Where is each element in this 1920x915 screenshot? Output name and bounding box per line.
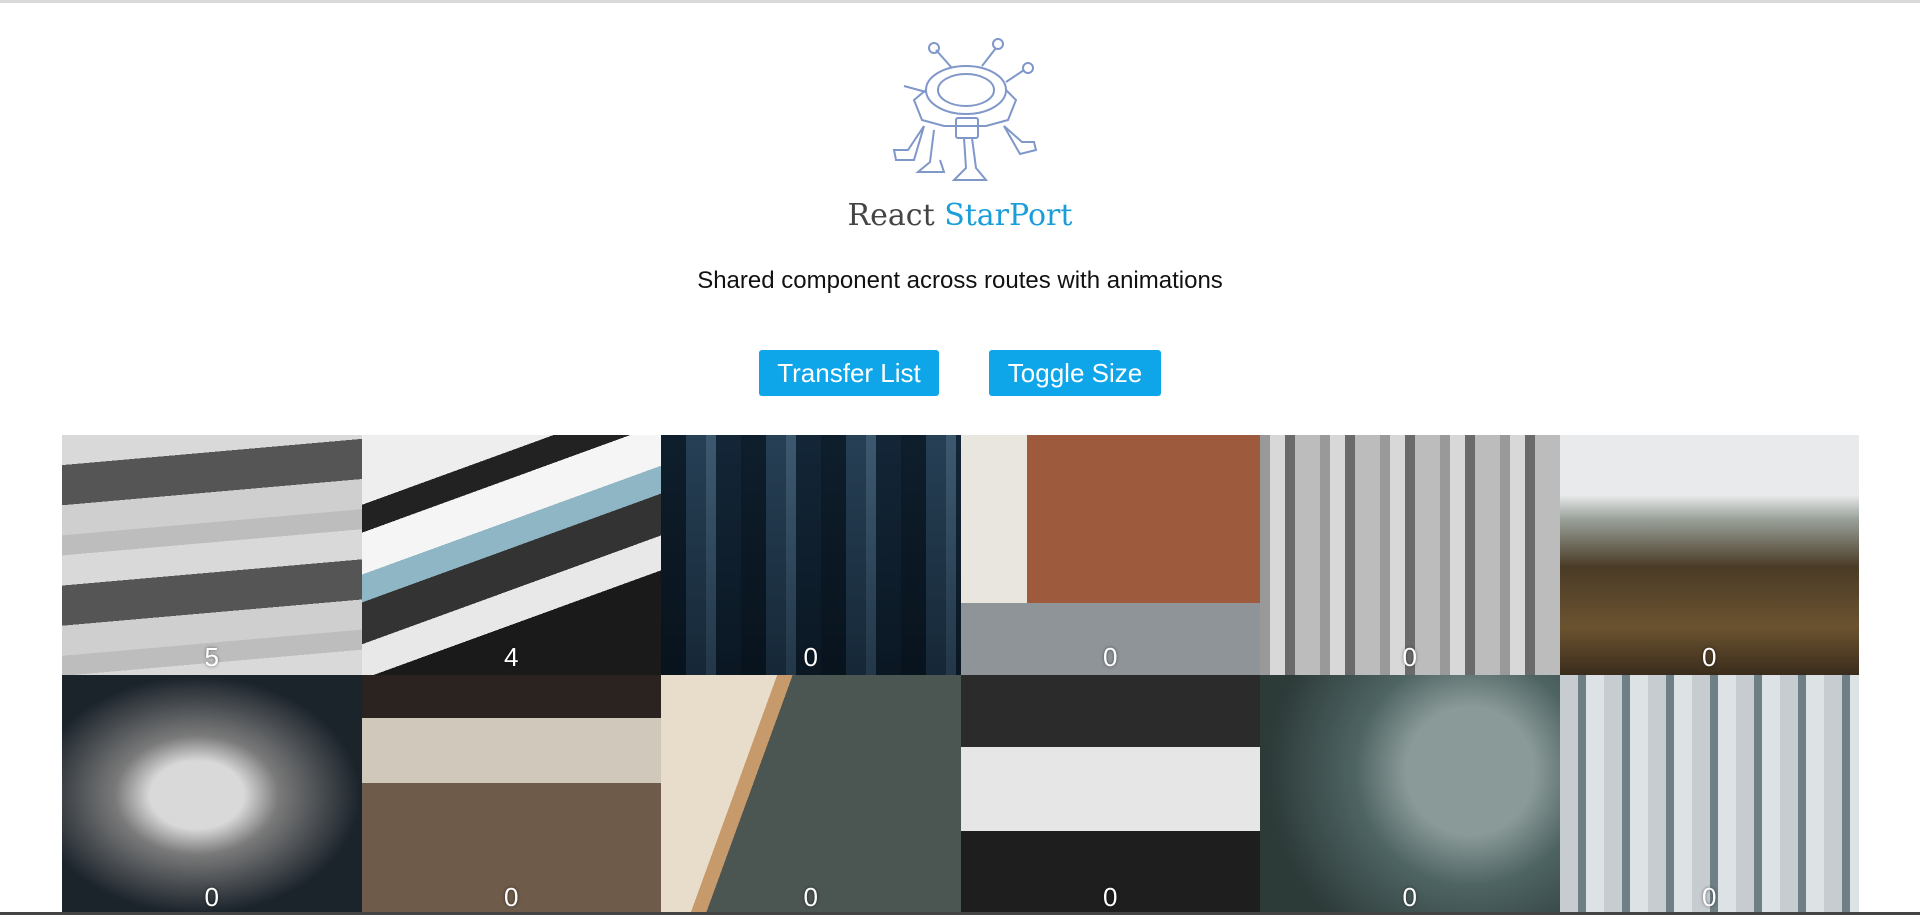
top-border — [0, 0, 1920, 3]
tile-count: 4 — [504, 642, 519, 672]
page-subtitle: Shared component across routes with anim… — [697, 267, 1223, 294]
tile-count: 0 — [504, 882, 519, 912]
image-tile[interactable]: 4 — [361, 435, 661, 675]
image-tile[interactable]: 5 — [62, 435, 362, 675]
transfer-list-button[interactable]: Transfer List — [759, 350, 939, 396]
image-tile[interactable]: 0 — [361, 675, 661, 915]
toggle-size-button[interactable]: Toggle Size — [989, 350, 1161, 396]
brand-title: React StarPort — [0, 198, 1920, 233]
image-tile[interactable]: 0 — [1260, 435, 1560, 675]
image-tile[interactable]: 0 — [661, 675, 961, 915]
image-tile[interactable]: 0 — [1559, 435, 1859, 675]
tile-count: 0 — [204, 882, 219, 912]
brand-primary: React — [847, 198, 935, 233]
image-tile[interactable]: 0 — [62, 675, 362, 915]
image-tile[interactable]: 0 — [960, 435, 1260, 675]
tile-count: 0 — [1402, 642, 1417, 672]
brand-accent: StarPort — [944, 198, 1073, 233]
image-tile[interactable]: 0 — [661, 435, 961, 675]
tile-count: 0 — [1103, 642, 1118, 672]
tile-count: 0 — [1702, 642, 1717, 672]
image-tile[interactable]: 0 — [1260, 675, 1560, 915]
tile-count: 0 — [803, 642, 818, 672]
tile-count: 0 — [1103, 882, 1118, 912]
image-tile[interactable]: 0 — [960, 675, 1260, 915]
starport-logo-icon — [892, 38, 1038, 181]
tile-count: 5 — [204, 642, 219, 672]
image-tile[interactable]: 0 — [1559, 675, 1859, 915]
tile-count: 0 — [803, 882, 818, 912]
tile-count: 0 — [1402, 882, 1417, 912]
image-grid: 5 4 0 0 0 0 0 0 0 0 0 0 — [62, 435, 1859, 915]
tile-count: 0 — [1702, 882, 1717, 912]
